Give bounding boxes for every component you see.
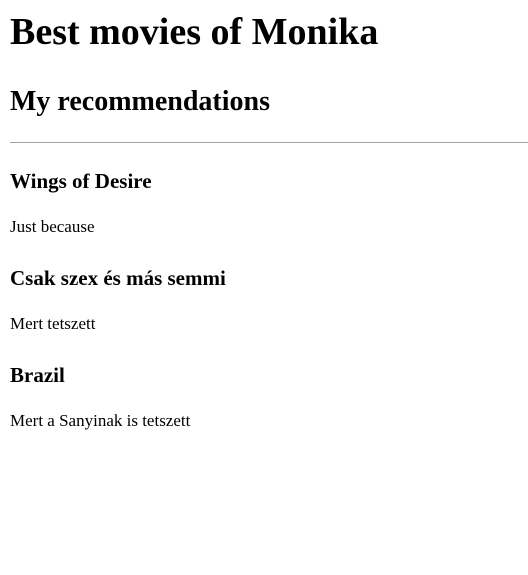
page-title: Best movies of Monika xyxy=(10,11,379,53)
movie-list: Wings of Desire Just because Csak szex é… xyxy=(10,169,528,431)
page-subtitle: My recommendations xyxy=(10,86,270,117)
movie-item: Brazil Mert a Sanyinak is tetszett xyxy=(10,363,528,431)
movie-reason: Just because xyxy=(10,217,95,236)
movie-title: Wings of Desire xyxy=(10,169,152,193)
movie-reason: Mert a Sanyinak is tetszett xyxy=(10,411,191,430)
movie-reason: Mert tetszett xyxy=(10,314,96,333)
movie-title: Brazil xyxy=(10,363,65,387)
divider xyxy=(10,142,528,143)
movie-item: Csak szex és más semmi Mert tetszett xyxy=(10,266,528,334)
page: Best movies of Monika My recommendations… xyxy=(0,10,528,431)
movie-item: Wings of Desire Just because xyxy=(10,169,528,237)
movie-title: Csak szex és más semmi xyxy=(10,266,226,290)
